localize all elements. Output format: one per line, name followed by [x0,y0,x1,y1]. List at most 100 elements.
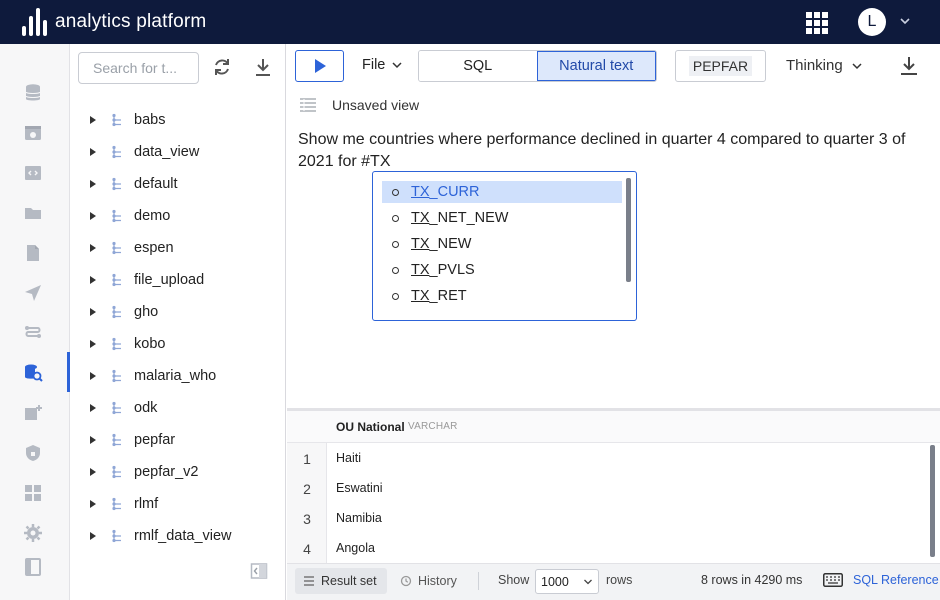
top-bar: analytics platform L [0,0,940,44]
document-icon[interactable] [22,242,44,264]
folder-icon[interactable] [22,202,44,224]
caret-right-icon[interactable] [90,532,96,540]
caret-right-icon[interactable] [90,500,96,508]
app-title: analytics platform [55,11,207,32]
add-widget-icon[interactable] [22,402,44,424]
send-icon[interactable] [22,282,44,304]
schema-tree-item-label: file_upload [134,272,205,288]
refresh-icon[interactable] [209,54,235,80]
caret-right-icon[interactable] [90,340,96,348]
schema-tree-item[interactable]: data_view [70,136,286,168]
autocomplete-option[interactable]: TX_PVLS [382,259,622,281]
schema-icon [112,209,121,223]
schema-icon [112,145,121,159]
table-cell[interactable]: Eswatini [336,481,383,495]
file-menu[interactable]: File [362,57,403,73]
apps-grid-icon[interactable] [806,12,828,34]
autocomplete-option[interactable]: TX_RET [382,285,622,307]
chevron-down-icon [392,62,402,69]
dashboard-view-icon[interactable] [22,122,44,144]
schema-tree-item[interactable]: babs [70,104,286,136]
layout-grid-icon[interactable] [22,482,44,504]
editor-toolbar: File SQL Natural text PEPFAR Thinking [287,44,940,90]
thinking-menu[interactable]: Thinking [786,57,863,74]
sql-reference-link[interactable]: SQL Reference [853,573,939,587]
schema-search-input[interactable] [78,52,199,84]
download-icon[interactable] [250,54,276,80]
schema-tree-item-label: default [134,176,178,192]
schema-tree-item[interactable]: gho [70,296,286,328]
caret-right-icon[interactable] [90,212,96,220]
database-icon[interactable] [22,82,44,104]
schema-tree-item[interactable]: odk [70,392,286,424]
caret-right-icon[interactable] [90,404,96,412]
autocomplete-option-label: TX_CURR [411,184,480,200]
schema-tree-item[interactable]: demo [70,200,286,232]
caret-right-icon[interactable] [90,276,96,284]
caret-right-icon[interactable] [90,116,96,124]
file-menu-label: File [362,57,386,73]
column-header[interactable]: OU National [336,420,405,434]
table-row: 1 Haiti [287,443,927,473]
caret-right-icon[interactable] [90,372,96,380]
row-limit-select[interactable]: 1000 [535,569,599,594]
schema-icon [112,305,121,319]
workflow-icon[interactable] [22,322,44,344]
query-mode-toggle: SQL Natural text [418,50,657,82]
caret-right-icon[interactable] [90,436,96,444]
circle-icon [392,188,399,196]
schema-tree-item[interactable]: kobo [70,328,286,360]
run-query-button[interactable] [295,50,344,82]
schema-tree-item[interactable]: espen [70,232,286,264]
view-title[interactable]: Unsaved view [332,97,419,113]
schema-tree-item[interactable]: malaria_who [70,360,286,392]
shield-icon[interactable] [22,442,44,464]
mode-natural-text-button[interactable]: Natural text [536,51,656,81]
circle-icon [392,266,399,274]
code-editor-icon[interactable] [22,162,44,184]
scrollbar[interactable] [930,445,935,557]
settings-icon[interactable] [22,522,44,544]
table-cell[interactable]: Namibia [336,511,382,525]
caret-right-icon[interactable] [90,180,96,188]
mode-sql-button[interactable]: SQL [419,51,537,81]
status-bar: Result set History Show 1000 rows 8 rows… [287,563,940,600]
collapse-panel-icon[interactable] [250,562,268,580]
database-search-icon[interactable] [22,362,44,384]
dataset-selector[interactable]: PEPFAR [675,50,766,82]
results-grid: OU National VARCHAR 1 Haiti 2 Eswatini 3 Nami… [287,411,940,563]
schema-tree-item[interactable]: default [70,168,286,200]
natural-text-query[interactable]: Show me countries where performance decl… [298,129,928,173]
caret-right-icon[interactable] [90,468,96,476]
schema-tree-item[interactable]: rlmf [70,488,286,520]
schema-tree-item[interactable]: rmlf_data_view [70,520,286,552]
separator [478,572,479,590]
user-avatar[interactable]: L [858,8,886,36]
autocomplete-option[interactable]: TX_NEW [382,233,622,255]
tab-history[interactable]: History [400,568,457,594]
schema-tree-item[interactable]: file_upload [70,264,286,296]
tab-result-set[interactable]: Result set [295,568,387,594]
query-editor[interactable]: Show me countries where performance decl… [287,120,940,408]
autocomplete-dropdown: TX_CURR TX_NET_NEW TX_NEW TX_PVLS TX_RET [372,171,637,321]
schema-tree-item[interactable]: pepfar_v2 [70,456,286,488]
table-cell[interactable]: Haiti [336,451,361,465]
caret-right-icon[interactable] [90,244,96,252]
keyboard-icon[interactable] [823,573,843,587]
chevron-down-icon[interactable] [898,14,912,28]
caret-right-icon[interactable] [90,148,96,156]
schema-tree-item[interactable]: pepfar [70,424,286,456]
scrollbar[interactable] [626,178,631,282]
autocomplete-option-label: TX_RET [411,288,467,304]
sidebar-toggle-icon[interactable] [22,556,44,578]
autocomplete-option[interactable]: TX_NET_NEW [382,207,622,229]
caret-right-icon[interactable] [90,308,96,316]
autocomplete-option[interactable]: TX_CURR [382,181,622,203]
circle-icon [392,214,399,222]
show-label: Show [498,573,530,587]
schema-tree-item-label: odk [134,400,158,416]
history-icon [400,575,412,587]
app-logo[interactable]: analytics platform [22,6,206,38]
table-cell[interactable]: Angola [336,541,375,555]
download-icon[interactable] [897,54,921,78]
